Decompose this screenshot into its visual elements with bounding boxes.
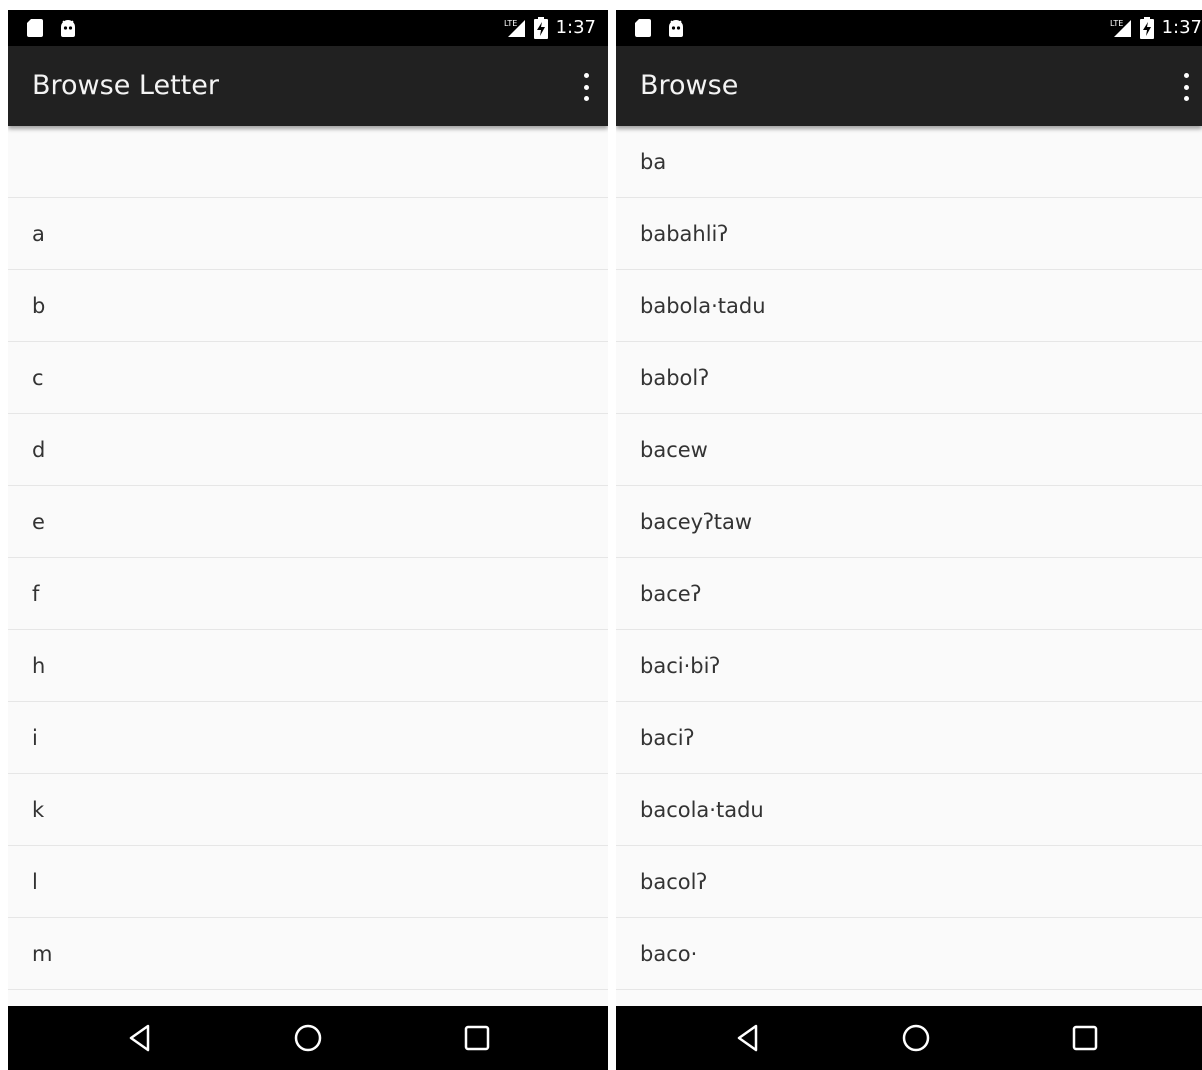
back-icon[interactable] [734,1023,764,1053]
list-item[interactable]: babola·tadu [616,270,1202,342]
page-title: Browse Letter [32,70,219,101]
android-debug-icon [61,20,75,37]
browse-letter-screen: LTE 1:37 Browse Letter a b c d e f h i k… [8,10,608,1070]
sd-card-icon [27,19,43,37]
list-item[interactable]: l [8,846,608,918]
word-list: ba babahliʔ babola·tadu babolʔ bacew bac… [616,126,1202,990]
app-bar: Browse [616,46,1202,126]
list-item[interactable]: e [8,486,608,558]
list-item[interactable]: babolʔ [616,342,1202,414]
browse-screen: LTE 1:37 Browse ba babahliʔ babola·tadu … [616,10,1202,1070]
list-item[interactable]: a [8,198,608,270]
list-item[interactable]: i [8,702,608,774]
recents-icon[interactable] [462,1023,492,1053]
more-vert-icon[interactable] [1176,72,1196,102]
letter-list: a b c d e f h i k l m [8,126,608,990]
sd-card-icon [635,19,651,37]
list-item[interactable]: f [8,558,608,630]
recents-icon[interactable] [1070,1023,1100,1053]
status-time: 1:37 [555,17,596,38]
list-item[interactable]: babahliʔ [616,198,1202,270]
list-item[interactable]: d [8,414,608,486]
list-item[interactable]: baceyʔtaw [616,486,1202,558]
more-vert-icon[interactable] [576,72,596,102]
list-item[interactable] [8,126,608,198]
list-item[interactable]: baci·biʔ [616,630,1202,702]
status-time: 1:37 [1161,17,1202,38]
list-item[interactable]: c [8,342,608,414]
svg-text:LTE: LTE [1110,19,1123,28]
android-debug-icon [669,20,683,37]
list-item[interactable]: bacolʔ [616,846,1202,918]
list-item[interactable]: baco· [616,918,1202,990]
list-item[interactable]: k [8,774,608,846]
battery-charging-icon [1139,17,1154,39]
lte-signal-icon: LTE [1110,19,1131,37]
list-item[interactable]: m [8,918,608,990]
page-title: Browse [640,70,739,101]
home-icon[interactable] [901,1023,931,1053]
list-item[interactable]: h [8,630,608,702]
list-item[interactable]: ba [616,126,1202,198]
status-bar: LTE 1:37 [8,10,608,46]
svg-text:LTE: LTE [504,19,517,28]
app-bar: Browse Letter [8,46,608,126]
status-bar: LTE 1:37 [616,10,1202,46]
list-item[interactable]: bacew [616,414,1202,486]
lte-signal-icon: LTE [504,19,525,37]
battery-charging-icon [533,17,548,39]
home-icon[interactable] [293,1023,323,1053]
list-item[interactable]: b [8,270,608,342]
list-item[interactable]: bacola·tadu [616,774,1202,846]
list-item[interactable]: baciʔ [616,702,1202,774]
list-item[interactable]: baceʔ [616,558,1202,630]
navigation-bar [616,1006,1202,1070]
navigation-bar [8,1006,608,1070]
back-icon[interactable] [126,1023,156,1053]
